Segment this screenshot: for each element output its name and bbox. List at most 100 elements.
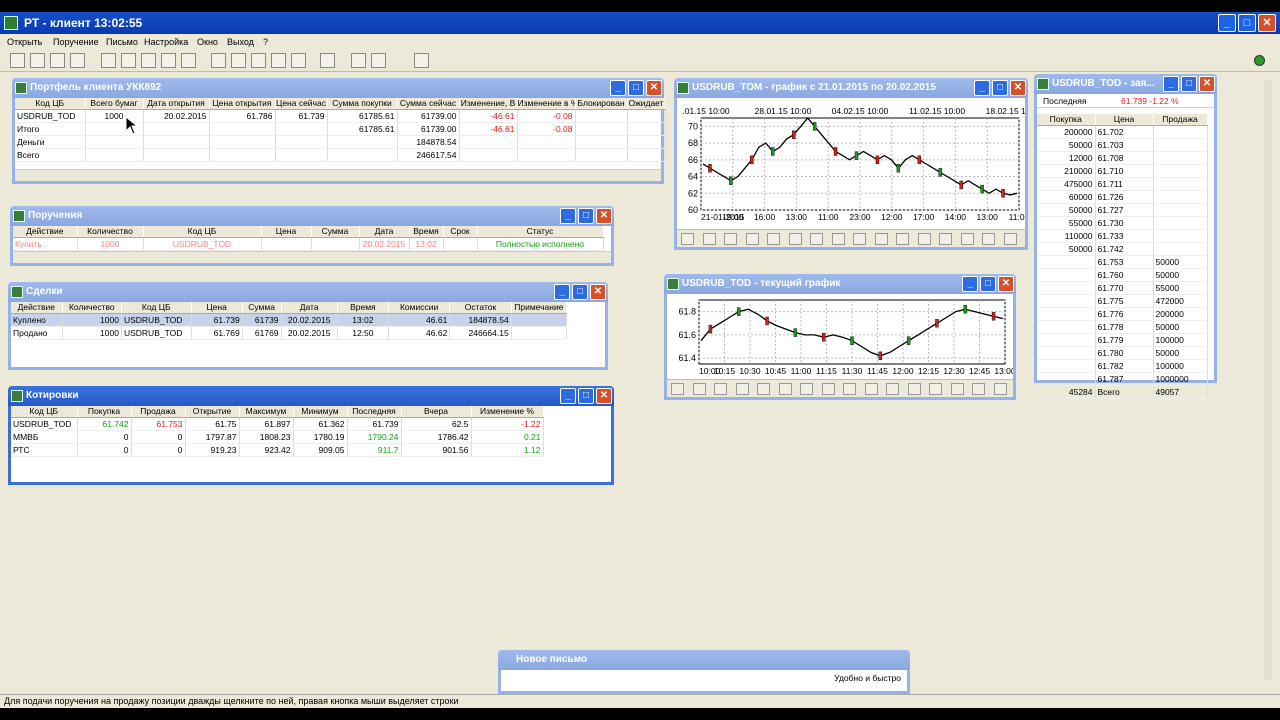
chart-tool-icon[interactable]: [853, 233, 866, 245]
column-header[interactable]: Цена сейчас: [275, 98, 328, 110]
chart-tool-icon[interactable]: [810, 233, 823, 245]
chart-tool-icon[interactable]: [929, 383, 942, 395]
column-header[interactable]: Сумма покупки: [327, 98, 398, 110]
money-icon[interactable]: [141, 53, 156, 68]
table-row[interactable]: 61.779 100000: [1037, 333, 1208, 347]
column-header[interactable]: Изменение, В: [459, 98, 518, 110]
column-header[interactable]: Статус: [477, 226, 604, 238]
chart-tool-icon[interactable]: [788, 233, 802, 245]
maximize-button[interactable]: □: [578, 208, 594, 224]
column-header[interactable]: Код ЦБ: [15, 98, 86, 110]
column-header[interactable]: Изменение в %: [517, 98, 576, 110]
menu-open[interactable]: Открыть: [7, 34, 42, 50]
column-header[interactable]: Покупка: [77, 406, 132, 418]
close-button[interactable]: ✕: [1199, 76, 1215, 92]
order-icon[interactable]: [231, 53, 246, 68]
column-header[interactable]: Блокирован: [575, 98, 628, 110]
table-row[interactable]: USDRUB_TOD 1000 20.02.2015 61.786 61.739 6178…: [15, 109, 666, 123]
column-header[interactable]: Последняя: [347, 406, 402, 418]
chart-tool-icon[interactable]: [767, 233, 780, 245]
minimize-button[interactable]: _: [962, 276, 978, 292]
column-header[interactable]: Покупка: [1037, 114, 1096, 126]
column-header[interactable]: Действие: [13, 226, 78, 238]
table-row[interactable]: 61.782 100000: [1037, 359, 1208, 373]
table-row[interactable]: 12000 61.708: [1037, 151, 1208, 165]
new-doc-icon[interactable]: [10, 53, 25, 68]
menu-exit[interactable]: Выход: [227, 34, 254, 50]
chart-tool-icon[interactable]: [886, 383, 899, 395]
table-row[interactable]: 60000 61.726: [1037, 190, 1208, 204]
table-row[interactable]: ММВБ 0 0 1797.87 1808.23 1780.19 1790.24 1786.4…: [11, 430, 544, 444]
column-header[interactable]: Ожидает: [627, 98, 666, 110]
table-row[interactable]: 50000 61.742: [1037, 242, 1208, 256]
column-header[interactable]: Примечание: [511, 302, 568, 314]
column-header[interactable]: Комиссии: [388, 302, 451, 314]
table-row[interactable]: 61.775 472000: [1037, 294, 1208, 308]
chart-tool-icon[interactable]: [735, 383, 749, 395]
column-header[interactable]: Дата: [359, 226, 410, 238]
column-header[interactable]: Дата: [281, 302, 338, 314]
menu-order[interactable]: Поручение: [53, 34, 99, 50]
minimize-button[interactable]: _: [560, 388, 576, 404]
chart-tool-icon[interactable]: [843, 383, 856, 395]
table-row[interactable]: Куплено 1000 USDRUB_TOD 61.739 61739 20.02.20…: [11, 313, 568, 327]
table-row[interactable]: USDRUB_TOD 61.742 61.753 61.75 61.897 61.362 6…: [11, 417, 544, 431]
table-row[interactable]: РТС 0 0 919.23 923.42 909.05 911.7 901.56 1.12: [11, 443, 544, 457]
stamp-icon[interactable]: [211, 53, 226, 68]
table-row[interactable]: 61.776 200000: [1037, 307, 1208, 321]
table-row[interactable]: 61.780 50000: [1037, 346, 1208, 360]
column-header[interactable]: Остаток: [449, 302, 512, 314]
table-row[interactable]: 61.760 50000: [1037, 268, 1208, 282]
order-icon[interactable]: [251, 53, 266, 68]
table-row[interactable]: 55000 61.730: [1037, 216, 1208, 230]
table-row[interactable]: Продано 1000 USDRUB_TOD 61.769 61769 20.02.20…: [11, 326, 568, 340]
table-row[interactable]: 61.753 50000: [1037, 255, 1208, 269]
order-icon[interactable]: [271, 53, 286, 68]
column-header[interactable]: Код ЦБ: [143, 226, 262, 238]
horizontal-scrollbar[interactable]: [15, 169, 661, 181]
maximize-button[interactable]: □: [980, 276, 996, 292]
column-header[interactable]: Сумма: [242, 302, 282, 314]
minimize-button[interactable]: _: [1163, 76, 1179, 92]
table-row[interactable]: 50000 61.727: [1037, 203, 1208, 217]
eraser-icon[interactable]: [291, 53, 306, 68]
chart-tool-icon[interactable]: [972, 383, 985, 395]
list-icon[interactable]: [70, 53, 85, 68]
money-icon[interactable]: [181, 53, 196, 68]
chart-tool-icon[interactable]: [831, 233, 845, 245]
menu-window[interactable]: Окно: [197, 34, 218, 50]
minimize-button[interactable]: _: [554, 284, 570, 300]
column-header[interactable]: Дата открытия: [143, 98, 210, 110]
column-header[interactable]: Цена: [261, 226, 312, 238]
maximize-button[interactable]: □: [578, 388, 594, 404]
menu-help[interactable]: ?: [263, 34, 268, 50]
maximize-button[interactable]: □: [628, 80, 644, 96]
close-button[interactable]: ✕: [1010, 80, 1026, 96]
column-header[interactable]: Количество: [77, 226, 144, 238]
column-header[interactable]: Минимум: [293, 406, 348, 418]
menu-settings[interactable]: Настройка: [144, 34, 188, 50]
table-row[interactable]: 61.787 1000000: [1037, 372, 1208, 386]
column-header[interactable]: Код ЦБ: [121, 302, 192, 314]
table-row[interactable]: 200000 61.702: [1037, 125, 1208, 139]
column-header[interactable]: Цена: [191, 302, 243, 314]
chart-tool-icon[interactable]: [960, 233, 974, 245]
close-button[interactable]: ✕: [596, 208, 612, 224]
minimize-button[interactable]: _: [560, 208, 576, 224]
chart-tool-icon[interactable]: [778, 383, 792, 395]
table-row[interactable]: 210000 61.710: [1037, 164, 1208, 178]
maximize-button[interactable]: □: [1181, 76, 1197, 92]
chart-tool-icon[interactable]: [724, 233, 737, 245]
table-row[interactable]: Итого 61785.61 61739.00 -46.61 -0.08: [15, 122, 666, 136]
close-button[interactable]: ✕: [596, 388, 612, 404]
chart-tool-icon[interactable]: [671, 383, 684, 395]
chart-tool-icon[interactable]: [917, 233, 931, 245]
chart-tool-icon[interactable]: [864, 383, 878, 395]
table-row[interactable]: 50000 61.703: [1037, 138, 1208, 152]
table-row[interactable]: Купить 1000 USDRUB_TOD 20.02.2015 13:02 Полно…: [13, 237, 604, 251]
maximize-button[interactable]: □: [1238, 14, 1256, 32]
close-button[interactable]: ✕: [646, 80, 662, 96]
column-header[interactable]: Вчера: [401, 406, 472, 418]
money-icon[interactable]: [101, 53, 116, 68]
menu-letter[interactable]: Письмо: [106, 34, 138, 50]
